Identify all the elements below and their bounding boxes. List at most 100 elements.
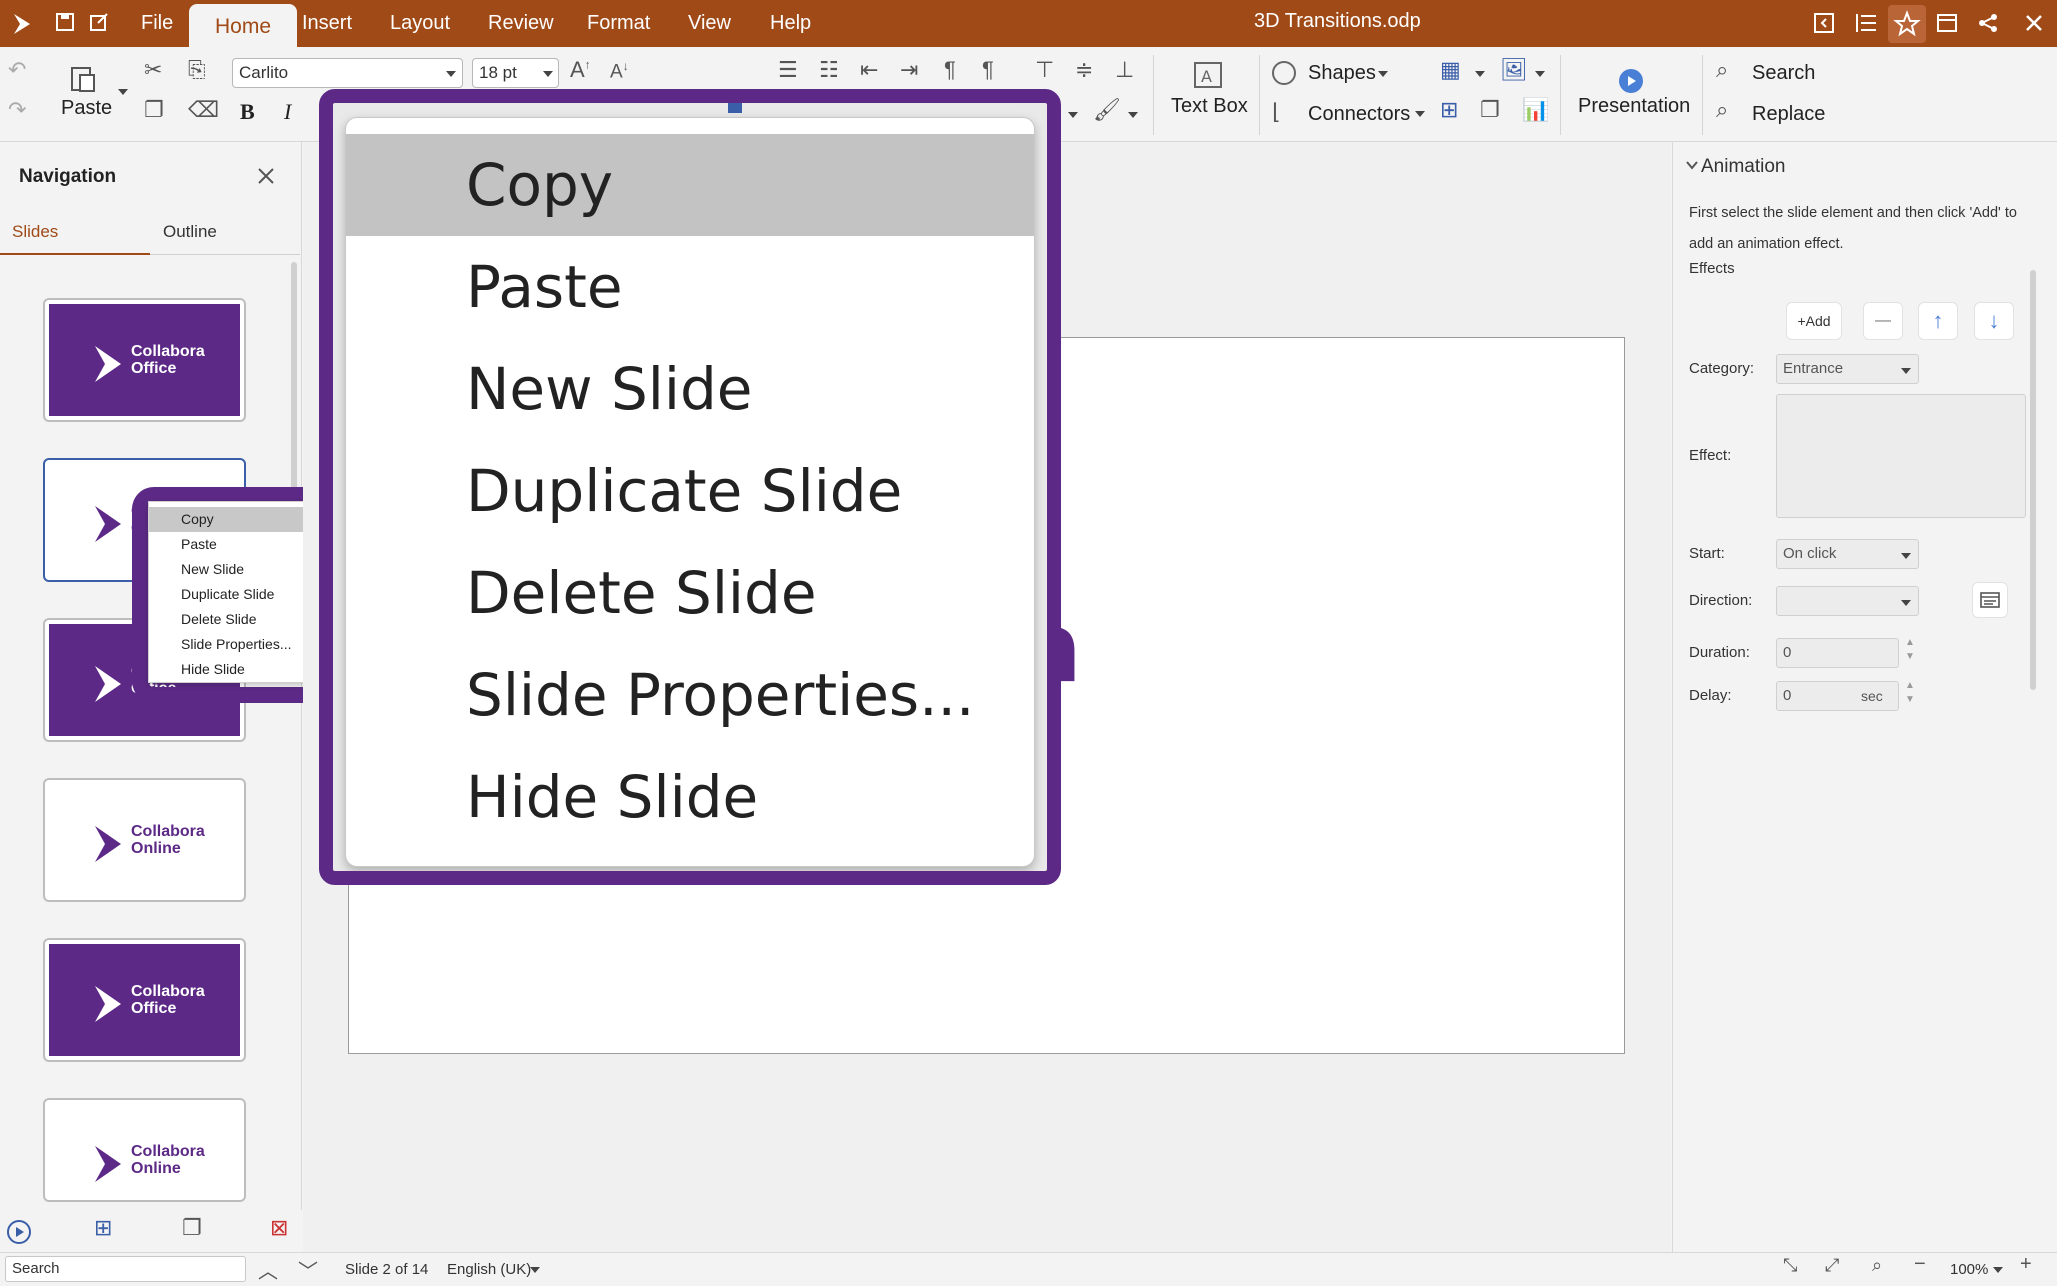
duration-spinner-icon[interactable]: ▲ ▼ [1905,636,1915,664]
connectors-button[interactable]: Connectors [1308,103,1410,126]
menu-insert[interactable]: Insert [302,12,352,38]
duplicate-icon[interactable]: ❐ [1480,97,1500,123]
zoom-dropdown-icon[interactable] [1993,1267,2003,1273]
zoomed-menu-paste[interactable]: Paste [346,236,1034,338]
direction-dropdown-icon[interactable] [1901,600,1911,606]
direction-select[interactable] [1776,586,1919,616]
search-up-icon[interactable]: ︿ [258,1255,278,1284]
image-icon[interactable]: 🖼 [1500,57,1528,83]
bullet-list-icon[interactable]: ☰ [778,57,798,83]
delete-slide-icon[interactable]: ⊠ [270,1215,288,1241]
fit-width-icon[interactable]: ⤢ [1825,1255,1839,1276]
move-down-button[interactable]: ↓ [1974,302,2014,340]
numbered-list-icon[interactable]: ☷ [819,57,839,83]
context-menu-slide-properties[interactable]: Slide Properties... [149,632,317,657]
clear-format-icon[interactable]: ⌫ [188,97,219,123]
menu-view[interactable]: View [688,12,731,38]
zoomed-menu-delete-slide[interactable]: Delete Slide [346,542,1034,644]
text-box-button[interactable]: Text Box [1171,95,1248,118]
slide-thumbnail-1[interactable]: Collabora Office [43,298,246,422]
replace-button[interactable]: Replace [1752,103,1825,126]
close-navigation-icon[interactable] [256,166,276,186]
star-button[interactable] [1888,5,1926,43]
grow-font-icon[interactable]: A↑ [570,57,591,83]
zoom-in-icon[interactable]: + [2020,1253,2032,1276]
bold-button[interactable]: B [240,99,255,125]
line-color-dropdown-icon[interactable] [1068,112,1078,118]
menu-lines-icon[interactable] [1855,11,1881,37]
zoom-out-icon[interactable]: − [1914,1253,1926,1276]
context-menu-duplicate-slide[interactable]: Duplicate Slide [149,582,317,607]
window-mode-icon[interactable] [1935,11,1961,37]
align-middle-icon[interactable]: ≑ [1075,57,1093,83]
shapes-icon[interactable] [1272,61,1296,85]
new-slide-icon[interactable]: ⊞ [94,1215,112,1241]
presentation-button[interactable]: Presentation [1578,95,1690,118]
effect-list[interactable] [1776,394,2026,518]
save-icon[interactable] [54,11,80,37]
zoom-level[interactable]: 100% [1950,1261,1988,1278]
copy-icon[interactable]: ❐ [144,97,164,123]
menu-review[interactable]: Review [488,12,554,38]
text-box-icon[interactable]: A [1193,61,1223,89]
zoomed-menu-new-slide[interactable]: New Slide [346,338,1034,440]
delay-spinner-icon[interactable]: ▲ ▼ [1905,679,1915,707]
connectors-dropdown-icon[interactable] [1415,111,1425,117]
font-name-select[interactable]: Carlito [232,58,463,88]
slide-thumbnail-6[interactable]: Collabora Online [43,1098,246,1202]
insert-slide-icon[interactable]: ⊞ [1440,97,1458,123]
context-menu-new-slide[interactable]: New Slide [149,557,317,582]
category-dropdown-icon[interactable] [1901,368,1911,374]
paste-icon[interactable] [68,63,98,93]
shrink-font-icon[interactable]: A↓ [610,59,629,83]
zoomed-menu-slide-properties[interactable]: Slide Properties... [346,644,1034,746]
fill-color-dropdown-icon[interactable] [1128,112,1138,118]
search-icon[interactable]: ⌕ [1716,57,1728,83]
tab-slides[interactable]: Slides [12,222,58,242]
context-menu-delete-slide[interactable]: Delete Slide [149,607,317,632]
connector-icon[interactable]: ⌊ [1272,99,1281,125]
start-select[interactable]: On click [1776,539,1919,569]
language-select[interactable]: English (UK) [447,1261,531,1278]
search-down-icon[interactable]: ﹀ [298,1255,318,1284]
ltr-icon[interactable]: ¶ [944,57,956,83]
fill-color-icon[interactable]: 🖌 [1093,97,1121,123]
effect-options-button[interactable] [1972,582,2008,618]
tab-outline[interactable]: Outline [163,222,217,242]
slide-thumbnail-5[interactable]: Collabora Office [43,938,246,1062]
paste-dropdown-icon[interactable] [118,89,128,95]
zoomed-menu-hide-slide[interactable]: Hide Slide [346,746,1034,848]
font-size-dropdown-icon[interactable] [543,71,553,77]
sidebar-toggle-icon[interactable] [1812,11,1838,37]
menu-layout[interactable]: Layout [390,12,450,38]
category-select[interactable]: Entrance [1776,354,1919,384]
add-effect-button[interactable]: +Add [1786,302,1842,340]
paste-button[interactable]: Paste [61,97,112,120]
clone-format-icon[interactable]: ⎘ [188,57,206,83]
align-bottom-icon[interactable]: ⊥ [1115,57,1134,83]
menu-help[interactable]: Help [770,12,811,38]
zoomed-menu-duplicate-slide[interactable]: Duplicate Slide [346,440,1034,542]
indent-icon[interactable]: ⇥ [900,57,918,83]
start-presentation-icon[interactable] [7,1220,31,1244]
menu-file[interactable]: File [141,12,173,38]
duplicate-slide-icon[interactable]: ❐ [182,1215,202,1241]
table-dropdown-icon[interactable] [1475,71,1485,77]
italic-button[interactable]: I [284,99,291,125]
presentation-icon[interactable] [1619,69,1643,93]
outdent-icon[interactable]: ⇤ [860,57,878,83]
remove-effect-button[interactable]: — [1863,302,1903,340]
edit-icon[interactable] [88,11,114,37]
search-button[interactable]: Search [1752,62,1815,85]
shapes-button[interactable]: Shapes [1308,62,1376,85]
start-dropdown-icon[interactable] [1901,553,1911,559]
language-dropdown-icon[interactable] [530,1267,540,1273]
slide-thumbnail-4[interactable]: Collabora Online [43,778,246,902]
collapse-chevron-icon[interactable] [1685,158,1699,172]
zoomed-menu-copy[interactable]: Copy [346,134,1034,236]
sidebar-scrollbar[interactable] [2030,270,2036,690]
context-menu-copy[interactable]: Copy [149,507,317,532]
shapes-dropdown-icon[interactable] [1378,71,1388,77]
cut-icon[interactable]: ✂ [144,57,162,83]
redo-icon[interactable]: ↷ [8,97,26,123]
